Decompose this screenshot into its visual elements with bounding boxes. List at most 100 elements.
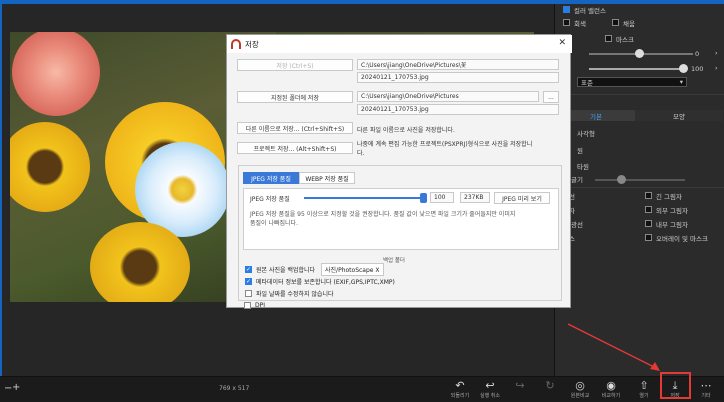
- overlay-mask-checkbox[interactable]: [645, 234, 652, 241]
- metadata-checkbox[interactable]: ✓: [245, 278, 252, 285]
- inner-shadow-checkbox[interactable]: [645, 220, 652, 227]
- folder-file-field[interactable]: 20240121_170753.jpg: [357, 104, 559, 115]
- mode-value: 표준: [581, 79, 593, 87]
- compare-original-tool[interactable]: ◎ 원본비교: [566, 379, 594, 399]
- tab-webp-label: WEBP 저장 품질: [305, 175, 349, 183]
- tab-webp-quality[interactable]: WEBP 저장 품질: [299, 172, 355, 184]
- dialog-titlebar: 저장 ✕: [227, 35, 572, 53]
- close-icon[interactable]: ✕: [558, 38, 566, 48]
- revert-tool[interactable]: ↶ 되돌리기: [446, 379, 474, 399]
- shape-rect[interactable]: 사각형: [577, 128, 595, 138]
- backup-checkbox[interactable]: ✓: [245, 266, 252, 273]
- more-label: 기타: [701, 393, 711, 399]
- more-icon: ⋯: [700, 379, 712, 392]
- sunflower-bottom: [90, 222, 190, 302]
- save-project-button[interactable]: 프로젝트 저장... (Alt+Shift+S): [237, 142, 353, 154]
- more-tool[interactable]: ⋯ 기타: [692, 379, 720, 399]
- quality-hint-line2: 품질이 나빠집니다.: [250, 220, 298, 227]
- redo-icon: ↪: [515, 379, 525, 392]
- jpeg-preview-button[interactable]: JPEG 미리 보기: [494, 192, 550, 204]
- quality-value-input[interactable]: 100: [430, 192, 454, 203]
- keep-date-checkbox[interactable]: [245, 290, 252, 297]
- save-as-label: 다른 이름으로 저장... (Ctrl+Shift+S): [245, 125, 345, 133]
- grey-checkbox[interactable]: [563, 19, 570, 26]
- quality-hint-line1: JPEG 저장 품질을 95 이상으로 지정할 것을 권장합니다. 품질 값이 …: [250, 211, 516, 218]
- save-to-folder-button[interactable]: 지정된 폴더에 저장: [237, 91, 353, 103]
- save-as-description: 다른 파일 이름으로 사진을 저장합니다.: [357, 127, 455, 134]
- save-button[interactable]: 저장 (Ctrl+S): [237, 59, 353, 71]
- keep-date-label: 파일 날짜를 수정하지 않습니다: [256, 291, 334, 298]
- tab-jpeg-label: JPEG 저장 품질: [251, 175, 291, 183]
- folder-path-field[interactable]: C:\Users\jiang\OneDrive\Pictures: [357, 91, 539, 102]
- long-shadow-checkbox[interactable]: [645, 192, 652, 199]
- effect-row-2: 그림자 외부 그림자: [555, 204, 724, 215]
- pink-dahlia: [12, 32, 100, 116]
- panel-row-color-balance[interactable]: 컬러 밸런스: [555, 4, 724, 15]
- file-size-field: 237KB: [460, 192, 490, 203]
- reset-tool[interactable]: ↻: [536, 379, 564, 392]
- divider-2: [555, 187, 724, 188]
- grey-label: 회색: [574, 19, 586, 28]
- folder-file-text: 20240121_170753.jpg: [361, 106, 429, 113]
- sunflower-left: [10, 122, 90, 212]
- rounding-slider-track[interactable]: [595, 179, 685, 181]
- shape-circle[interactable]: 원: [577, 145, 583, 155]
- backup-checkbox-row[interactable]: ✓ 원본 사진을 백업합니다 사진/PhotoScape X: [245, 263, 384, 276]
- compare-original-label: 원본비교: [570, 393, 590, 399]
- outer-shadow-checkbox[interactable]: [645, 206, 652, 213]
- save-as-button[interactable]: 다른 이름으로 저장... (Ctrl+Shift+S): [237, 122, 353, 134]
- file-size-text: 237KB: [464, 194, 484, 201]
- quality-slider-knob[interactable]: [420, 193, 427, 203]
- app-logo-icon: [231, 39, 241, 49]
- mask-checkbox[interactable]: [605, 35, 612, 42]
- fill-checkbox[interactable]: [612, 19, 619, 26]
- jpeg-preview-label: JPEG 미리 보기: [502, 195, 542, 203]
- compare-tool[interactable]: ◉ 비교하기: [597, 379, 625, 399]
- keep-date-checkbox-row[interactable]: 파일 날짜를 수정하지 않습니다: [245, 289, 333, 298]
- seg-basic-label: 기본: [590, 112, 602, 121]
- save-path-field: C:\Users\jiang\OneDrive\Pictures\꽃: [357, 59, 559, 70]
- color-balance-label: 컬러 밸런스: [574, 6, 606, 15]
- quality-value-text: 100: [434, 194, 446, 201]
- dpi-checkbox[interactable]: [244, 302, 251, 309]
- rounding-slider-knob[interactable]: [617, 175, 626, 184]
- seg-shape[interactable]: 모양: [635, 110, 723, 121]
- panel-row-color-mask: 색상 마스크: [555, 33, 724, 44]
- effect-outer-shadow: 외부 그림자: [656, 206, 688, 215]
- effect-row-3: 내부 광선 내부 그림자: [555, 218, 724, 229]
- browse-button[interactable]: ...: [543, 91, 559, 103]
- color-balance-checkbox[interactable]: [563, 6, 570, 13]
- density-slider-track[interactable]: [589, 68, 685, 70]
- dpi-checkbox-row[interactable]: DPI: [244, 302, 265, 309]
- compare-original-icon: ◎: [575, 379, 585, 392]
- backup-folder-label: 백업 폴더: [383, 258, 405, 264]
- redo-tool[interactable]: ↪: [506, 379, 534, 392]
- metadata-label: 메타데이터 정보를 보존합니다 (EXIF,GPS,IPTC,XMP): [256, 279, 395, 286]
- save-file-text: 20240121_170753.jpg: [361, 74, 429, 81]
- open-tool[interactable]: ⇧ 열기: [630, 379, 658, 399]
- divider: [555, 94, 724, 95]
- effect-long-shadow: 긴 그림자: [656, 192, 682, 201]
- zoom-in-icon[interactable]: +: [12, 382, 20, 393]
- shape-ellipse[interactable]: 타원: [577, 161, 589, 171]
- annotation-arrow: [567, 323, 660, 371]
- jpeg-quality-label: JPEG 저장 품질: [250, 196, 290, 203]
- save-project-label: 프로젝트 저장... (Alt+Shift+S): [253, 145, 337, 153]
- slider-1-knob[interactable]: [635, 49, 644, 58]
- chevron-right-icon[interactable]: ›: [715, 49, 718, 57]
- effect-inner-shadow: 내부 그림자: [656, 220, 688, 229]
- quality-slider-track[interactable]: [304, 197, 424, 199]
- seg-shape-label: 모양: [673, 112, 685, 121]
- density-chevron-icon[interactable]: ›: [715, 64, 718, 72]
- backup-folder-value[interactable]: 사진/PhotoScape X: [321, 263, 384, 276]
- bottom-toolbar: − + 769 x 517 ↶ 되돌리기 ↩ 실행 취소 ↪ ↻ ◎ 원본비교 ◉ 비교…: [0, 376, 724, 402]
- density-slider-knob[interactable]: [679, 64, 688, 73]
- mode-select[interactable]: 표준 ▾: [577, 77, 687, 87]
- quality-panel: JPEG 저장 품질 WEBP 저장 품질 JPEG 저장 품질 100 237…: [238, 165, 562, 301]
- metadata-checkbox-row[interactable]: ✓ 메타데이터 정보를 보존합니다 (EXIF,GPS,IPTC,XMP): [245, 277, 395, 286]
- tab-jpeg-quality[interactable]: JPEG 저장 품질: [243, 172, 299, 184]
- fill-label: 채움: [623, 19, 635, 28]
- backup-label: 원본 사진을 백업합니다: [256, 267, 316, 274]
- effect-overlay-mask: 오버레이 및 마스크: [656, 234, 708, 243]
- undo-tool[interactable]: ↩ 실행 취소: [476, 379, 504, 399]
